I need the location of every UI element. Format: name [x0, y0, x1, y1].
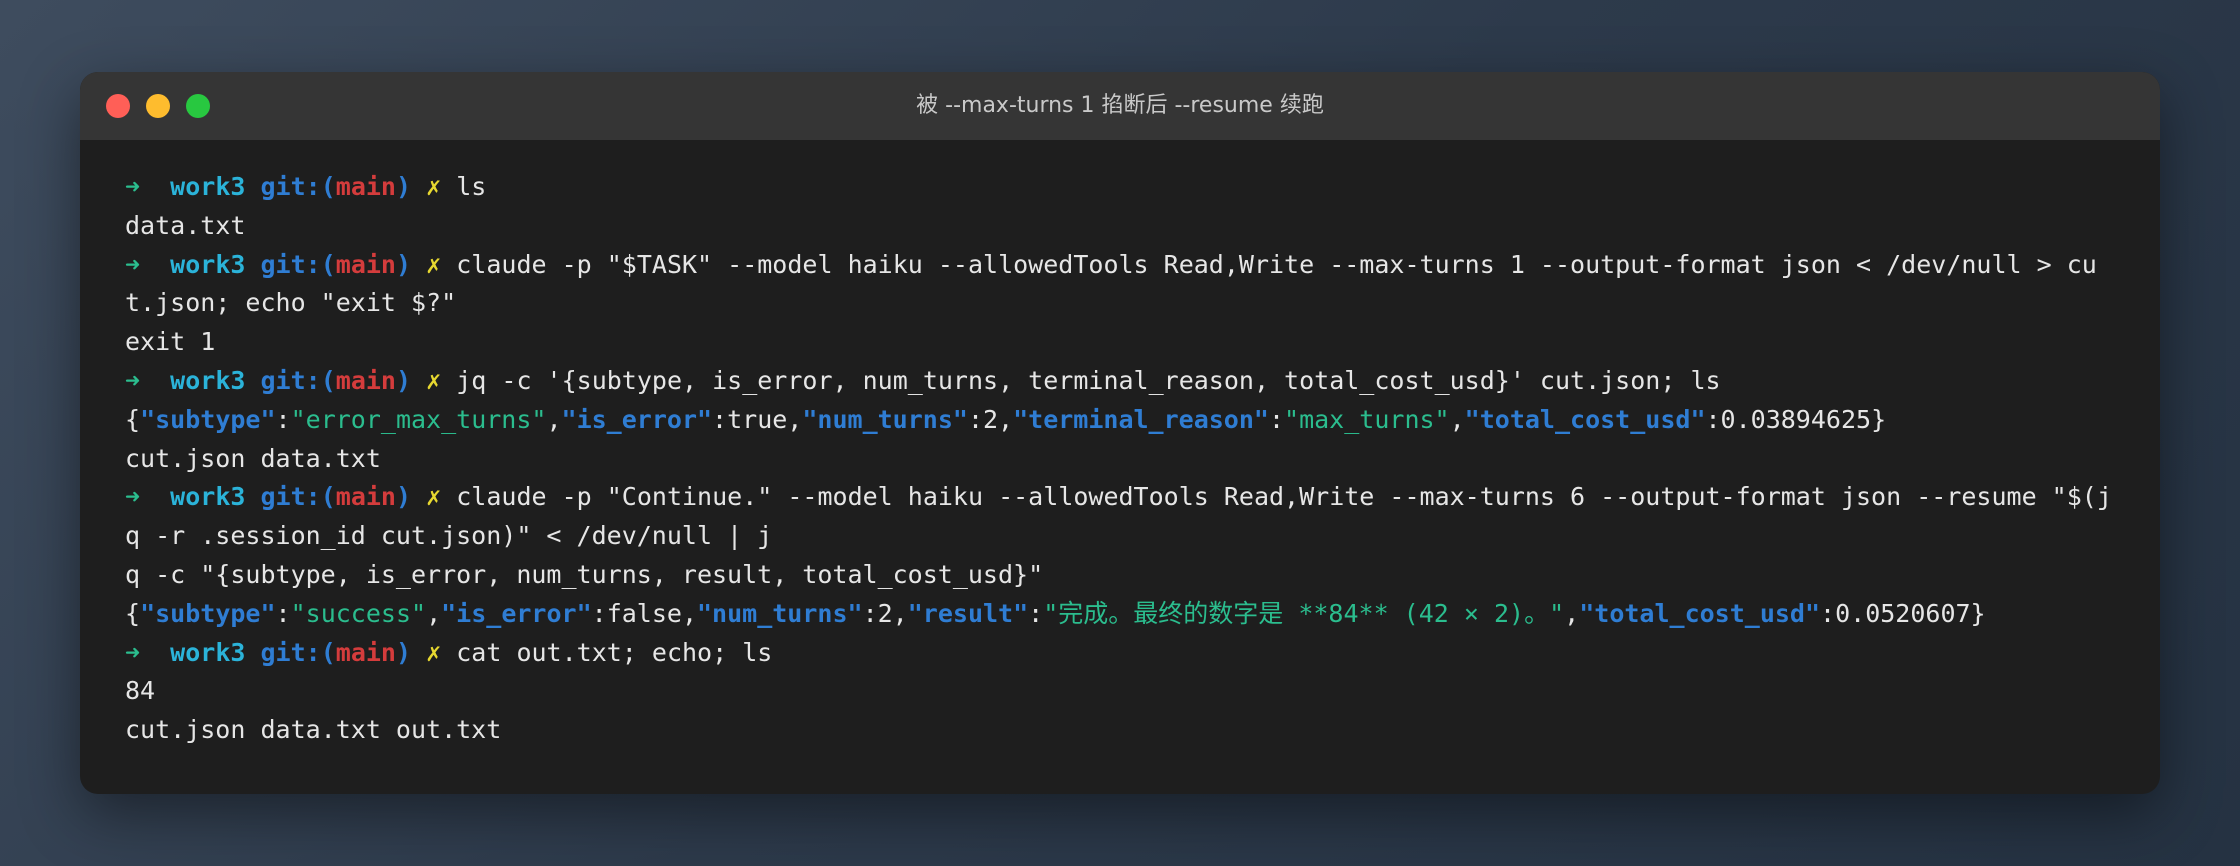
prompt-git-prefix: git:( [260, 172, 336, 201]
prompt-git-suffix: ) [395, 172, 412, 201]
command-line: ➜ work3 git:(main) ✗ jq -c '{subtype, is… [125, 362, 2115, 401]
json-punct: { [125, 598, 141, 628]
prompt-branch: main [335, 482, 396, 512]
command-text: claude -p "Continue." --model haiku --al… [456, 482, 2112, 512]
prompt-dirty-icon: ✗ [426, 172, 442, 201]
prompt-branch: main [335, 249, 396, 279]
output-line: exit 1 [125, 327, 216, 357]
command-line: ➜ work3 git:(main) ✗ claude -p "$TASK" -… [125, 246, 2115, 285]
prompt-git-suffix: ) [395, 637, 412, 667]
output-line: q -c "{subtype, is_error, num_turns, res… [125, 559, 1044, 589]
json-punct: :2, [862, 598, 908, 628]
prompt-git-suffix: ) [395, 482, 412, 512]
json-key: "is_error" [441, 598, 592, 628]
prompt-arrow-icon: ➜ [125, 249, 141, 279]
json-string: "error_max_turns" [290, 404, 547, 434]
prompt-dirty-icon: ✗ [426, 365, 442, 395]
json-punct: : [275, 404, 291, 434]
json-punct: :2, [967, 404, 1014, 434]
json-key: "subtype" [140, 404, 276, 434]
output-line: 84 [125, 676, 156, 706]
command-text: cat out.txt; echo; ls [456, 637, 773, 667]
prompt-directory: work3 [170, 172, 246, 201]
prompt-git-prefix: git:( [260, 249, 336, 279]
json-key: "terminal_reason" [1013, 404, 1269, 434]
json-output-line: {"subtype":"success","is_error":false,"n… [125, 595, 2115, 634]
command-line: ➜ work3 git:(main) ✗ ls [125, 168, 2115, 207]
json-key: "num_turns" [697, 598, 863, 628]
prompt-git-prefix: git:( [260, 637, 336, 667]
command-text: claude -p "$TASK" --model haiku --allowe… [456, 249, 2097, 279]
json-key: "total_cost_usd" [1464, 404, 1706, 434]
prompt-branch: main [335, 172, 396, 201]
json-key: "is_error" [561, 404, 713, 434]
terminal-window: 被 --max-turns 1 掐断后 --resume 续跑 ➜ work3 … [80, 72, 2160, 794]
prompt-git-prefix: git:( [260, 482, 336, 512]
command-text: ls [456, 172, 487, 201]
output-line: cut.json data.txt [125, 443, 381, 473]
prompt-directory: work3 [170, 637, 246, 667]
command-line: ➜ work3 git:(main) ✗ cat out.txt; echo; … [125, 634, 2115, 673]
prompt-arrow-icon: ➜ [125, 172, 141, 201]
prompt-directory: work3 [170, 482, 246, 512]
json-key: "result" [907, 598, 1029, 628]
prompt-arrow-icon: ➜ [125, 482, 141, 512]
prompt-directory: work3 [170, 365, 246, 395]
json-punct: :true, [712, 404, 803, 434]
json-punct: : [1268, 404, 1285, 434]
json-output-line: {"subtype":"error_max_turns","is_error":… [125, 401, 2115, 440]
terminal-output[interactable]: ➜ work3 git:(main) ✗ ls data.txt ➜ work3 g… [80, 140, 2160, 750]
json-key: "total_cost_usd" [1579, 598, 1821, 628]
json-string: "完成。最终的数字是 **84** (42 × 2)。" [1043, 598, 1565, 628]
output-line: cut.json data.txt out.txt [125, 715, 502, 745]
prompt-dirty-icon: ✗ [426, 482, 442, 512]
json-string: "max_turns" [1284, 404, 1450, 434]
json-punct: , [426, 598, 442, 628]
title-bar: 被 --max-turns 1 掐断后 --resume 续跑 [80, 72, 2160, 140]
output-line: data.txt [125, 210, 246, 240]
window-title: 被 --max-turns 1 掐断后 --resume 续跑 [916, 93, 1324, 118]
json-punct: : [275, 598, 291, 628]
prompt-arrow-icon: ➜ [125, 637, 141, 667]
json-punct: :0.0520607} [1820, 598, 1986, 628]
json-key: "subtype" [140, 598, 276, 628]
json-punct: , [1449, 404, 1465, 434]
json-punct: , [1564, 598, 1580, 628]
prompt-directory: work3 [170, 249, 246, 279]
prompt-git-suffix: ) [395, 249, 412, 279]
json-punct: : [1028, 598, 1044, 628]
prompt-dirty-icon: ✗ [426, 637, 442, 667]
json-string: "success" [290, 598, 427, 628]
prompt-branch: main [335, 637, 396, 667]
prompt-git-prefix: git:( [260, 365, 336, 395]
output-line: t.json; echo "exit $?" [125, 288, 457, 318]
json-punct: { [125, 404, 141, 434]
prompt-git-suffix: ) [395, 365, 412, 395]
command-text: jq -c '{subtype, is_error, num_turns, te… [456, 365, 1721, 395]
prompt-dirty-icon: ✗ [426, 249, 442, 279]
json-key: "num_turns" [802, 404, 968, 434]
prompt-arrow-icon: ➜ [125, 365, 141, 395]
json-punct: , [546, 404, 562, 434]
json-punct: :false, [591, 598, 697, 628]
json-punct: :0.03894625} [1705, 404, 1887, 434]
output-line: q -r .session_id cut.json)" < /dev/null … [125, 521, 773, 551]
command-line: ➜ work3 git:(main) ✗ claude -p "Continue… [125, 478, 2115, 517]
prompt-branch: main [335, 365, 396, 395]
